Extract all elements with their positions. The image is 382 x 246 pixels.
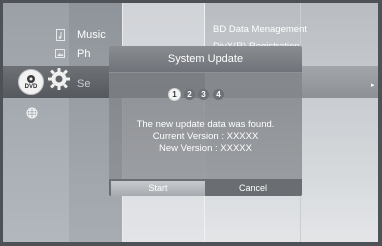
dvd-disc-icon: DVD	[17, 68, 45, 96]
tv-screen: Music Ph DVD Se BD Data Menagement ▸ Sys…	[0, 0, 382, 246]
step-indicator-3: 3	[198, 89, 209, 100]
selected-arrow-icon: ▸	[371, 82, 375, 89]
step-indicator-1: 1	[169, 89, 180, 100]
gear-icon[interactable]	[47, 67, 71, 91]
current-version-text: Current Version : XXXXX	[152, 131, 259, 142]
cancel-button[interactable]: Cancel	[206, 181, 300, 196]
step-indicator-2: 2	[184, 89, 195, 100]
menu-item-music[interactable]: Music	[77, 29, 106, 41]
dvd-badge: DVD	[24, 84, 38, 90]
new-version-text: New Version : XXXXX	[159, 143, 252, 154]
start-button[interactable]: Start	[111, 181, 205, 196]
step-indicator-4: 4	[213, 89, 224, 100]
submenu-item-bd-data-management[interactable]: BD Data Menagement	[213, 24, 307, 35]
globe-icon[interactable]	[26, 107, 38, 119]
menu-item-settings[interactable]: Se	[77, 78, 90, 90]
photo-icon	[55, 49, 65, 58]
update-message: The new update data was found.	[136, 119, 275, 130]
menu-item-photo[interactable]: Ph	[77, 48, 90, 60]
dialog-title: System Update	[167, 53, 244, 65]
music-note-icon	[56, 29, 65, 41]
system-update-dialog: System Update 1 2 3 4 The new update dat…	[109, 46, 302, 196]
